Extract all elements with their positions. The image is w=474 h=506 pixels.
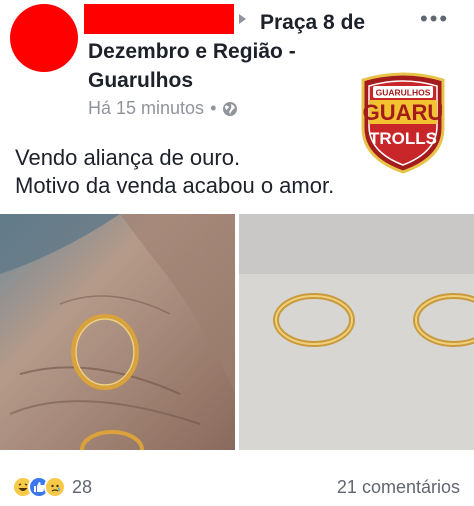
logo-bottom-text: TROLLS [369, 129, 437, 148]
post-meta: Há 15 minutos • [88, 98, 238, 119]
post-text: Vendo aliança de ouro. Motivo da venda a… [15, 144, 334, 200]
post-text-line2: Motivo da venda acabou o amor. [15, 173, 335, 198]
post-text-line1: Vendo aliança de ouro. [15, 145, 241, 170]
photo-ring-in-hand[interactable] [0, 214, 235, 450]
sad-reaction-icon [44, 476, 66, 498]
meta-separator: • [210, 98, 217, 118]
reactions-summary[interactable]: 28 [12, 476, 92, 498]
reaction-count: 28 [72, 476, 93, 497]
logo-middle-text: GUARU [363, 100, 444, 125]
group-name-line3: Guarulhos [88, 69, 194, 92]
post-timestamp[interactable]: Há 15 minutos [88, 98, 204, 119]
guaru-trolls-logo: GUARULHOS GUARU TROLLS [361, 72, 445, 174]
more-options-icon[interactable]: ••• [420, 8, 449, 30]
group-name-link[interactable]: Praça 8 de Dezembro e Região - Guarulhos [88, 8, 388, 95]
group-name-line2: Dezembro e Região - [88, 40, 296, 63]
photo-rings-on-table[interactable] [239, 214, 474, 450]
avatar[interactable] [10, 4, 78, 72]
group-name-line1: Praça 8 de [260, 11, 366, 34]
logo-top-text: GUARULHOS [376, 88, 431, 98]
comments-count-link[interactable]: 21 comentários [337, 477, 460, 498]
globe-icon [223, 101, 238, 116]
post-footer: 28 21 comentários [12, 474, 460, 500]
